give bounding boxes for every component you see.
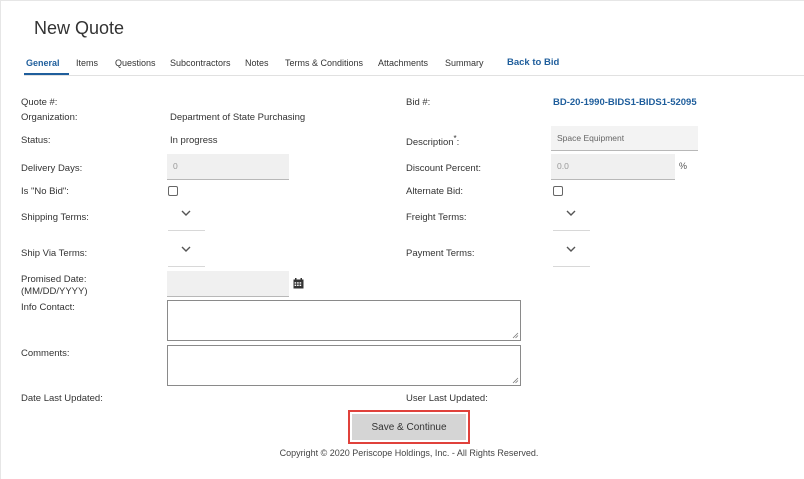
copyright-footer: Copyright © 2020 Periscope Holdings, Inc… xyxy=(279,448,539,458)
promised-date-format: (MM/DD/YYYY) xyxy=(21,286,88,297)
resize-grip-icon[interactable] xyxy=(512,377,519,384)
organization-value: Department of State Purchasing xyxy=(170,112,306,123)
tab-divider xyxy=(24,75,804,76)
window-top-border xyxy=(0,0,804,1)
tab-general[interactable]: General xyxy=(26,58,60,68)
user-last-updated-label: User Last Updated: xyxy=(406,393,488,404)
quote-number-label: Quote #: xyxy=(21,97,58,108)
window-left-border xyxy=(0,0,1,479)
shipping-terms-label: Shipping Terms: xyxy=(21,212,89,223)
chevron-down-icon xyxy=(566,246,576,252)
shipping-terms-select[interactable] xyxy=(168,198,205,231)
no-bid-label: Is "No Bid": xyxy=(21,186,69,197)
freight-terms-select[interactable] xyxy=(553,198,590,231)
tab-questions[interactable]: Questions xyxy=(115,58,156,68)
tab-items[interactable]: Items xyxy=(76,58,98,68)
freight-terms-label: Freight Terms: xyxy=(406,212,467,223)
ship-via-terms-select[interactable] xyxy=(168,234,205,267)
save-continue-button[interactable]: Save & Continue xyxy=(352,414,466,440)
tab-subcontractors[interactable]: Subcontractors xyxy=(170,58,231,68)
promised-date-label: Promised Date: xyxy=(21,274,87,285)
description-label: Description*: xyxy=(406,134,460,149)
tab-notes[interactable]: Notes xyxy=(245,58,269,68)
info-contact-textarea[interactable] xyxy=(167,300,521,341)
payment-terms-select[interactable] xyxy=(553,234,590,267)
discount-percent-input[interactable]: 0.0 xyxy=(551,154,675,180)
alternate-bid-checkbox[interactable] xyxy=(553,186,563,196)
resize-grip-icon[interactable] xyxy=(512,332,519,339)
payment-terms-label: Payment Terms: xyxy=(406,248,475,259)
delivery-days-label: Delivery Days: xyxy=(21,163,83,174)
tab-terms-conditions[interactable]: Terms & Conditions xyxy=(285,58,363,68)
status-label: Status: xyxy=(21,135,51,146)
tab-summary[interactable]: Summary xyxy=(445,58,484,68)
tab-attachments[interactable]: Attachments xyxy=(378,58,428,68)
percent-unit: % xyxy=(679,161,688,171)
no-bid-checkbox[interactable] xyxy=(168,186,178,196)
back-to-bid-link[interactable]: Back to Bid xyxy=(507,57,559,68)
delivery-days-input[interactable]: 0 xyxy=(167,154,289,180)
page-title: New Quote xyxy=(34,18,125,38)
ship-via-terms-label: Ship Via Terms: xyxy=(21,248,88,259)
chevron-down-icon xyxy=(566,210,576,216)
description-input[interactable]: Space Equipment xyxy=(551,126,698,151)
promised-date-input[interactable] xyxy=(167,271,289,297)
bid-number-label: Bid #: xyxy=(406,97,431,108)
discount-percent-label: Discount Percent: xyxy=(406,163,481,174)
status-value: In progress xyxy=(170,135,218,146)
date-last-updated-label: Date Last Updated: xyxy=(21,393,103,404)
comments-textarea[interactable] xyxy=(167,345,521,386)
organization-label: Organization: xyxy=(21,112,78,123)
calendar-icon[interactable] xyxy=(293,278,304,289)
chevron-down-icon xyxy=(181,210,191,216)
info-contact-label: Info Contact: xyxy=(21,302,75,313)
chevron-down-icon xyxy=(181,246,191,252)
bid-number-value: BD-20-1990-BIDS1-BIDS1-52095 xyxy=(553,97,697,108)
comments-label: Comments: xyxy=(21,348,70,359)
alternate-bid-label: Alternate Bid: xyxy=(406,186,464,197)
